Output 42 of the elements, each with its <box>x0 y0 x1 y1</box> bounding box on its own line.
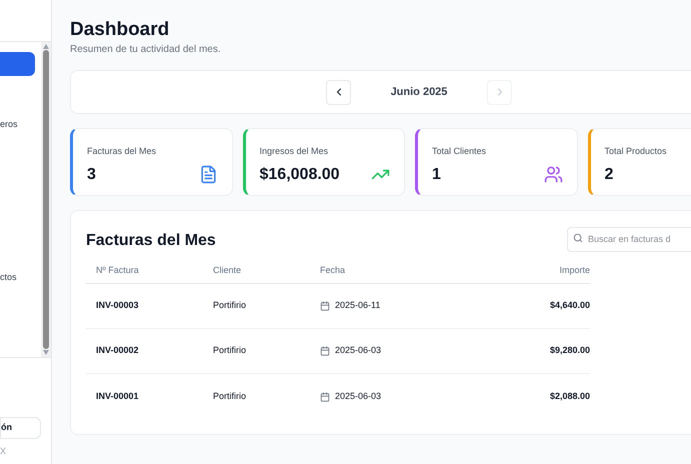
stat-value: 3 <box>87 164 96 184</box>
search-field[interactable]: Buscar en facturas d <box>567 226 691 252</box>
column-header: Importe <box>558 264 590 278</box>
invoice-number: INV-00001 <box>95 390 140 403</box>
sidebar-item[interactable] <box>0 52 35 76</box>
invoice-number: INV-00002 <box>95 344 140 358</box>
page-title: Dashboard <box>70 18 170 42</box>
stat-label: Total Clientes <box>432 145 488 158</box>
client-cell-text: Portifirio <box>213 344 248 358</box>
month-label: Junio 2025 <box>390 84 448 100</box>
amount-cell-text: $2,088.00 <box>548 390 590 403</box>
calendar-icon <box>320 301 330 311</box>
stat-value: 1 <box>432 164 441 184</box>
calendar-icon <box>320 346 330 356</box>
date-cell-text: 2025-06-03 <box>335 390 382 403</box>
stat-value: 2 <box>604 164 614 184</box>
stat-label: Ingresos del Mes <box>260 145 330 158</box>
amount-cell-text: $4,640.00 <box>548 299 590 312</box>
invoices-title: Facturas del Mes <box>86 231 216 251</box>
amount-cell-text: $9,280.00 <box>548 344 590 358</box>
sidebar-footer-button[interactable]: ón <box>0 417 41 439</box>
users-icon <box>544 165 562 184</box>
sidebar-item[interactable]: eros <box>0 113 35 137</box>
stat-value: $16,008.00 <box>260 164 340 184</box>
column-header: Cliente <box>213 264 242 278</box>
search-icon <box>573 233 583 243</box>
invoice-number: INV-00003 <box>95 299 140 312</box>
sidebar-footer-text: X <box>0 445 8 458</box>
date-cell-text: 2025-06-11 <box>335 299 380 312</box>
date-cell-text: 2025-06-03 <box>335 344 382 358</box>
column-header: Nº Factura <box>95 264 140 278</box>
page-subtitle: Resumen de tu actividad del mes. <box>70 43 221 57</box>
previous-month-button[interactable] <box>326 80 351 104</box>
stat-label: Facturas del Mes <box>87 145 158 158</box>
client-cell-text: Portifirio <box>213 299 248 312</box>
client-cell-text: Portifirio <box>213 390 248 403</box>
scrollbar-thumb[interactable] <box>43 50 49 349</box>
column-header: Fecha <box>320 264 346 278</box>
stat-label: Total Productos <box>604 145 668 158</box>
calendar-icon <box>320 392 330 402</box>
sidebar-item[interactable]: ctos <box>0 266 35 290</box>
document-icon <box>198 165 218 184</box>
